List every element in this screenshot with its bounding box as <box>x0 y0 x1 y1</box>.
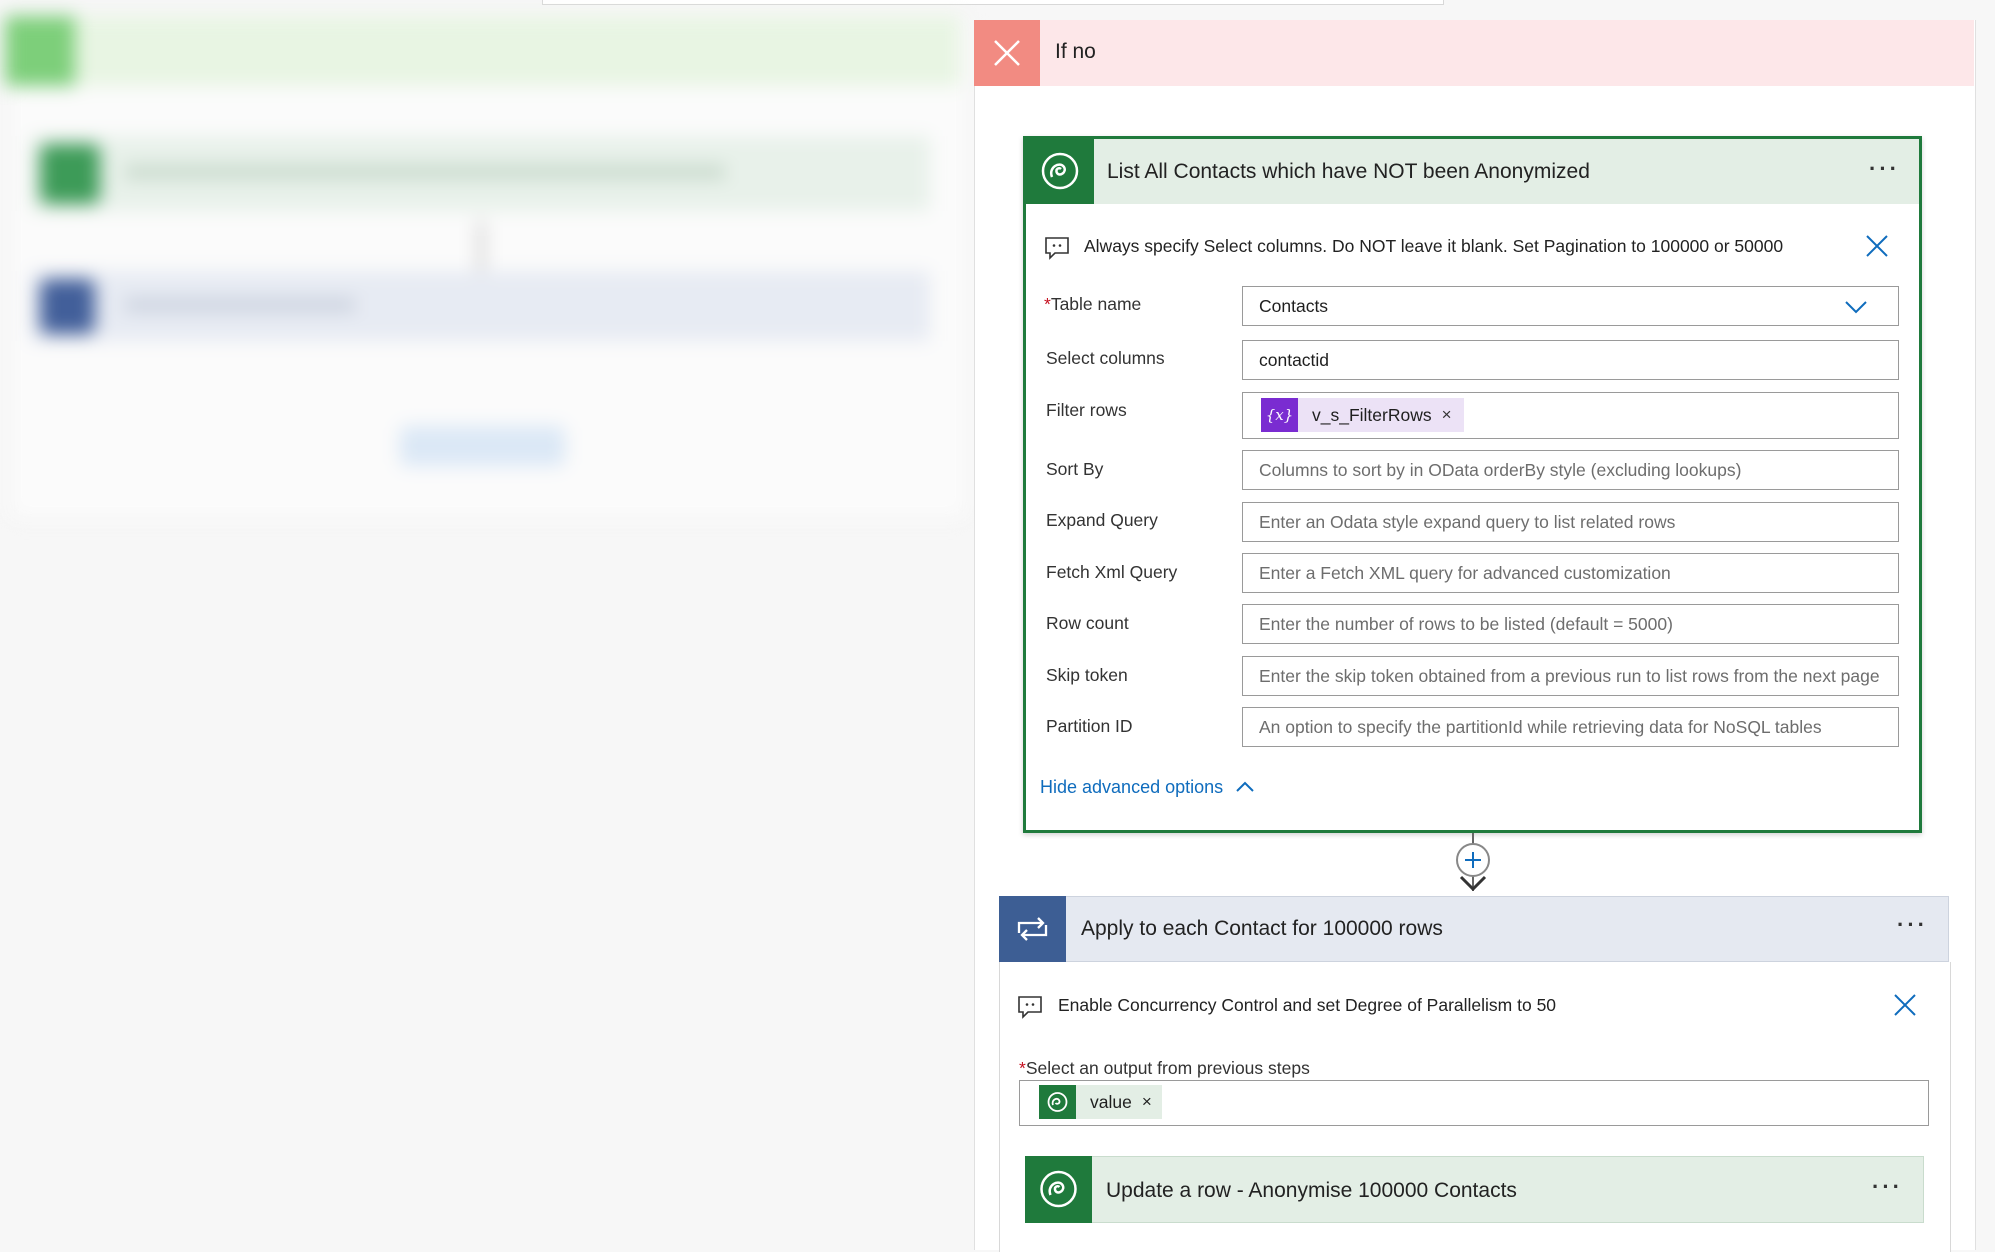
table-name-label: *Table name <box>1044 294 1142 314</box>
sort-by-label: Sort By <box>1046 459 1104 479</box>
loop-icon <box>999 896 1066 962</box>
filter-rows-token[interactable]: {x} v_s_FilterRows × <box>1261 398 1464 432</box>
token-remove-icon[interactable]: × <box>1142 1092 1162 1112</box>
if-no-header[interactable] <box>974 20 1974 86</box>
chevron-up-icon[interactable] <box>1234 776 1256 798</box>
token-label: value <box>1090 1091 1132 1112</box>
update-row-title: Update a row - Anonymise 100000 Contacts <box>1106 1179 1517 1202</box>
close-comment-icon[interactable] <box>1863 232 1891 260</box>
fetch-xml-input[interactable]: Enter a Fetch XML query for advanced cus… <box>1242 553 1899 593</box>
token-remove-icon[interactable]: × <box>1442 396 1464 434</box>
skip-token-input[interactable]: Enter the skip token obtained from a pre… <box>1242 656 1899 696</box>
if-no-title: If no <box>1055 40 1096 63</box>
sort-by-input[interactable]: Columns to sort by in OData orderBy styl… <box>1242 450 1899 490</box>
row-count-input[interactable]: Enter the number of rows to be listed (d… <box>1242 604 1899 644</box>
variable-icon: {x} <box>1261 398 1298 432</box>
partition-id-label: Partition ID <box>1046 716 1133 736</box>
chevron-down-icon <box>1845 301 1867 314</box>
expand-query-input[interactable]: Enter an Odata style expand query to lis… <box>1242 502 1899 542</box>
token-label: v_s_FilterRows <box>1312 405 1432 425</box>
apply-each-title: Apply to each Contact for 100000 rows <box>1081 917 1443 940</box>
filter-rows-label: Filter rows <box>1046 400 1127 420</box>
dataverse-icon <box>1039 1085 1076 1119</box>
comment-icon <box>1044 236 1070 260</box>
value-token[interactable]: value × <box>1039 1085 1162 1119</box>
fetch-xml-label: Fetch Xml Query <box>1046 562 1178 582</box>
action-comment: Enable Concurrency Control and set Degre… <box>1058 995 1557 1015</box>
more-options-icon[interactable]: ··· <box>1872 1174 1903 1200</box>
blurred-flow-region <box>0 16 975 518</box>
skip-token-label: Skip token <box>1046 665 1128 685</box>
close-comment-icon[interactable] <box>1891 991 1919 1019</box>
dataverse-icon <box>1026 139 1094 204</box>
table-name-select[interactable]: Contacts <box>1242 286 1899 326</box>
close-x-icon <box>974 20 1040 86</box>
partition-id-input[interactable]: An option to specify the partitionId whi… <box>1242 707 1899 747</box>
output-label: *Select an output from previous steps <box>1019 1058 1310 1078</box>
expand-query-label: Expand Query <box>1046 510 1158 530</box>
top-search-bar[interactable] <box>542 0 1444 5</box>
comment-icon <box>1017 995 1043 1019</box>
action-comment: Always specify Select columns. Do NOT le… <box>1084 236 1784 256</box>
more-options-icon[interactable]: ··· <box>1897 912 1928 938</box>
list-contacts-title: List All Contacts which have NOT been An… <box>1107 160 1590 183</box>
filter-rows-input[interactable]: {x} v_s_FilterRows × <box>1242 392 1899 439</box>
row-count-label: Row count <box>1046 613 1129 633</box>
select-columns-label: Select columns <box>1046 348 1165 368</box>
select-columns-input[interactable]: contactid <box>1242 340 1899 380</box>
hide-advanced-options-link[interactable]: Hide advanced options <box>1040 777 1223 798</box>
arrow-down-icon <box>1456 868 1490 898</box>
more-options-icon[interactable]: ··· <box>1869 156 1900 182</box>
dataverse-icon <box>1025 1156 1092 1223</box>
